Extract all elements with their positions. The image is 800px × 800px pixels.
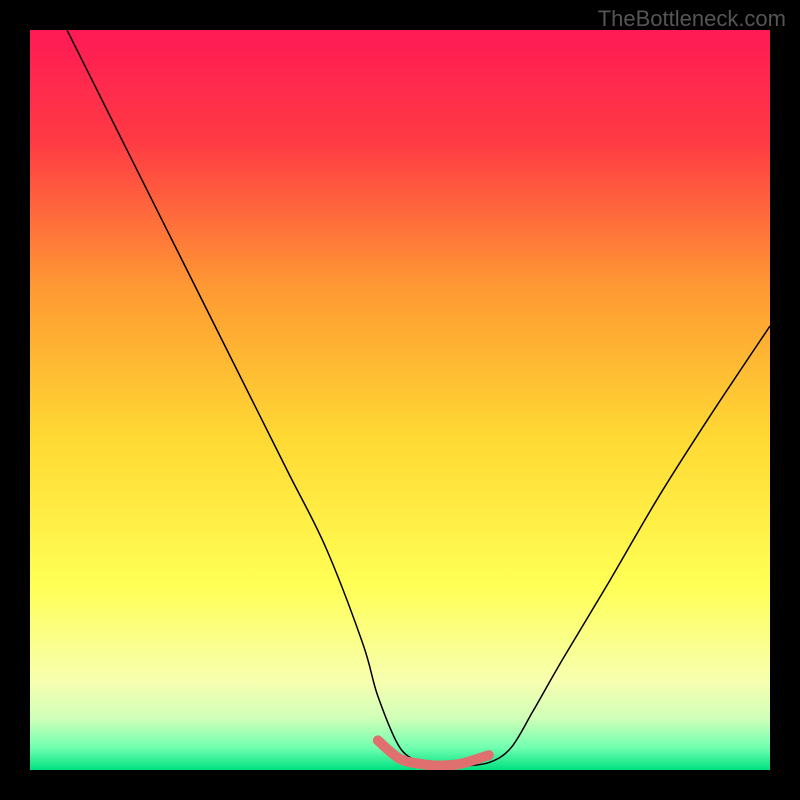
watermark-text: TheBottleneck.com [598,6,786,32]
bottleneck-chart [30,30,770,770]
chart-background [30,30,770,770]
